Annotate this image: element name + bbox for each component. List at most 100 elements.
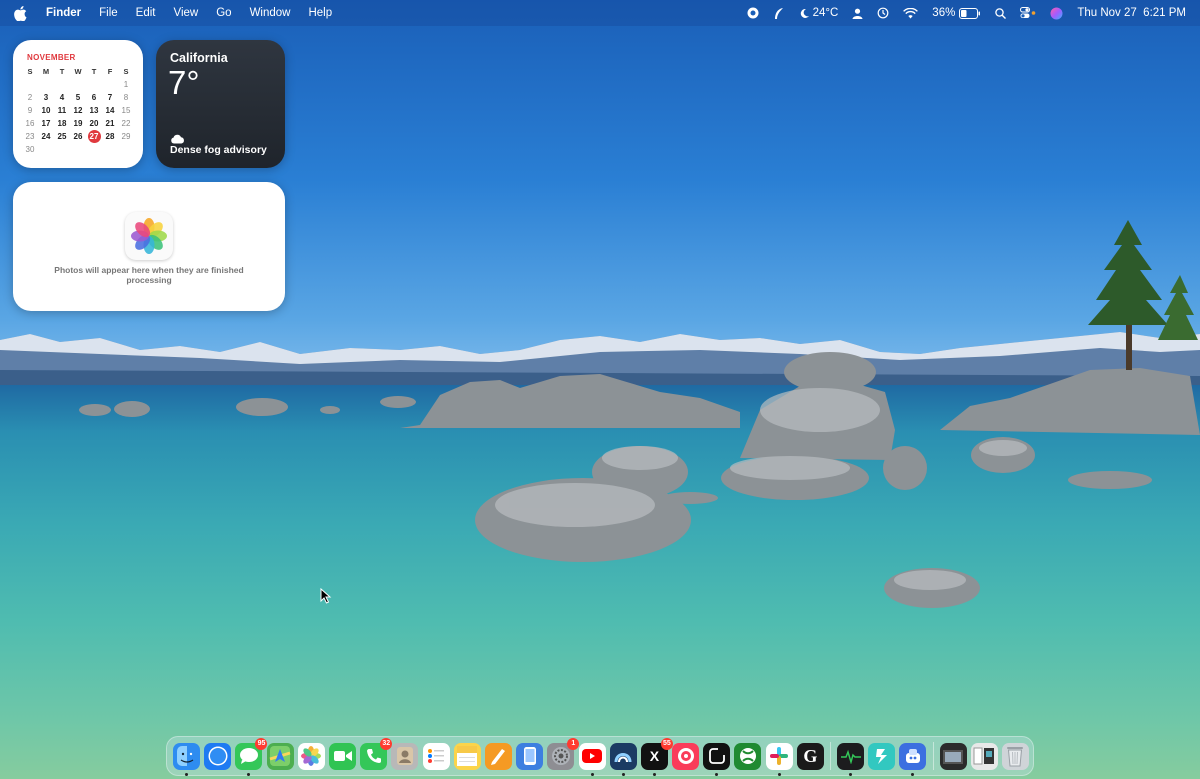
calendar-day: 22 bbox=[121, 119, 131, 128]
calendar-weekday: W bbox=[74, 67, 82, 76]
dock-youtube-icon[interactable] bbox=[578, 742, 606, 776]
dock-facetime-icon[interactable] bbox=[329, 742, 357, 770]
calendar-day: 12 bbox=[73, 106, 83, 115]
dock-running-indicator bbox=[590, 772, 594, 776]
dock-running-indicator bbox=[777, 772, 781, 776]
calendar-day: 15 bbox=[121, 106, 131, 115]
calendar-weekday: T bbox=[91, 67, 97, 76]
grammarly-glyph: G bbox=[803, 745, 818, 766]
dock-notes-icon[interactable] bbox=[453, 742, 481, 770]
menu-help[interactable]: Help bbox=[308, 7, 332, 19]
photos-widget[interactable]: Photos will appear here when they are fi… bbox=[13, 182, 285, 311]
calendar-week-row: 9 10 11 12 13 14 15 bbox=[22, 104, 134, 117]
dock-safari-icon[interactable] bbox=[204, 742, 232, 770]
calendar-day bbox=[22, 78, 38, 91]
calendar-weekday-row: SMTWTFS bbox=[22, 65, 134, 78]
dock-running-indicator bbox=[849, 772, 853, 776]
calendar-day: 8 bbox=[123, 93, 129, 102]
calendar-day: 19 bbox=[73, 119, 83, 128]
dock-badge: 95 bbox=[255, 737, 268, 750]
calendar-month: NOVEMBER bbox=[27, 53, 76, 62]
calendar-day: 1 bbox=[123, 80, 129, 89]
dock-screenshot-stack-icon[interactable] bbox=[939, 742, 967, 770]
weather-menu-item[interactable]: 24°C bbox=[799, 7, 839, 19]
control-center-icon[interactable] bbox=[1020, 7, 1036, 19]
calendar-grid: S M T W T F S 1 2 3 4 5 6 7 8 9 10 11 12 13 14 15 16 17 18 19 20 21… bbox=[22, 65, 134, 156]
calendar-weekday: S bbox=[27, 67, 33, 76]
battery-menu-item[interactable]: 36% bbox=[932, 7, 981, 19]
apple-menu-icon[interactable] bbox=[14, 5, 28, 21]
dock-simulator-icon[interactable] bbox=[516, 742, 544, 770]
dock-trash-icon[interactable] bbox=[1001, 742, 1029, 770]
calendar-day: 14 bbox=[105, 106, 115, 115]
wallpaper-rocks bbox=[79, 352, 1200, 608]
mouse-cursor-icon bbox=[320, 588, 332, 604]
calendar-day bbox=[102, 143, 118, 156]
dock-badge: 1 bbox=[567, 737, 580, 750]
dock-reminders-icon[interactable] bbox=[422, 742, 450, 770]
calendar-day: 29 bbox=[121, 132, 131, 141]
menu-edit[interactable]: Edit bbox=[136, 7, 156, 19]
spotlight-search-icon[interactable] bbox=[995, 7, 1007, 19]
dock-music-icon[interactable] bbox=[672, 742, 700, 770]
x-glyph: X bbox=[649, 748, 660, 764]
calendar-day: 25 bbox=[57, 132, 67, 141]
weather-widget[interactable]: California 7° Dense fog advisory bbox=[156, 40, 285, 168]
photos-widget-message: Photos will appear here when they are fi… bbox=[54, 265, 244, 285]
wifi-icon[interactable] bbox=[903, 7, 919, 19]
dock-capcut-icon[interactable] bbox=[703, 742, 731, 776]
photos-app-icon bbox=[125, 212, 173, 260]
battery-icon bbox=[959, 7, 981, 19]
dock-ai-app-icon[interactable] bbox=[899, 742, 927, 776]
calendar-day: 24 bbox=[41, 132, 51, 141]
dock-xbox-icon[interactable] bbox=[734, 742, 762, 770]
screen-record-icon[interactable] bbox=[747, 7, 759, 19]
dock-badge: 32 bbox=[380, 737, 393, 750]
menu-file[interactable]: File bbox=[99, 7, 118, 19]
time-machine-icon[interactable] bbox=[877, 7, 889, 19]
weather-condition: Dense fog advisory bbox=[170, 144, 267, 156]
dock-photos-icon[interactable] bbox=[297, 742, 325, 770]
calendar-day bbox=[38, 143, 54, 156]
calendar-day: 26 bbox=[73, 132, 83, 141]
menu-weather-text: 24°C bbox=[812, 7, 839, 19]
dock-running-indicator bbox=[652, 772, 656, 776]
calendar-weekday: T bbox=[59, 67, 65, 76]
dock-grammarly-icon[interactable]: G bbox=[796, 742, 824, 770]
calendar-day: 5 bbox=[75, 93, 81, 102]
calendar-day: 21 bbox=[105, 119, 115, 128]
calendar-day bbox=[118, 143, 134, 156]
calendar-day: 28 bbox=[105, 132, 115, 141]
calendar-week-row: 30 bbox=[22, 143, 134, 156]
dock-phone-icon[interactable]: 32 bbox=[360, 737, 393, 770]
menu-app-name[interactable]: Finder bbox=[46, 7, 81, 19]
dock-arc-icon[interactable] bbox=[609, 742, 637, 776]
menu-clock[interactable]: Thu Nov 27 6:21 PM bbox=[1077, 7, 1186, 19]
menu-go[interactable]: Go bbox=[216, 7, 231, 19]
calendar-week-row: 23 24 25 26 27 28 29 bbox=[22, 130, 134, 143]
dock-downloads-stack-icon[interactable] bbox=[970, 742, 998, 770]
dock-messages-icon[interactable]: 95 bbox=[235, 737, 268, 776]
feather-app-icon[interactable] bbox=[773, 7, 785, 20]
dock-slack-icon[interactable] bbox=[765, 742, 793, 776]
siri-icon[interactable] bbox=[1050, 7, 1063, 20]
calendar-widget[interactable]: NOVEMBER S M T W T F S 1 2 3 4 5 6 7 8 9 10 11 12 13 14 15 16 1… bbox=[13, 40, 143, 168]
user-icon[interactable] bbox=[852, 8, 863, 19]
weather-temperature: 7° bbox=[168, 64, 200, 101]
dock-running-indicator bbox=[247, 772, 251, 776]
dock-contacts-icon[interactable] bbox=[391, 742, 419, 770]
dock-activity-monitor-icon[interactable] bbox=[837, 742, 865, 776]
menu-view[interactable]: View bbox=[174, 7, 199, 19]
calendar-day: 23 bbox=[25, 132, 35, 141]
dock-shortcuts-icon[interactable] bbox=[868, 742, 896, 770]
dock-pages-icon[interactable] bbox=[484, 742, 512, 770]
calendar-day: 3 bbox=[43, 93, 49, 102]
dock-system-settings-icon[interactable]: 1 bbox=[547, 737, 580, 770]
dock-maps-icon[interactable] bbox=[266, 742, 294, 770]
menu-window[interactable]: Window bbox=[250, 7, 291, 19]
dock-finder-icon[interactable] bbox=[173, 742, 201, 776]
calendar-day: 9 bbox=[27, 106, 33, 115]
dock-x-icon[interactable]: X 55 bbox=[640, 737, 673, 776]
dock-running-indicator bbox=[621, 772, 625, 776]
dock-separator bbox=[932, 742, 934, 770]
